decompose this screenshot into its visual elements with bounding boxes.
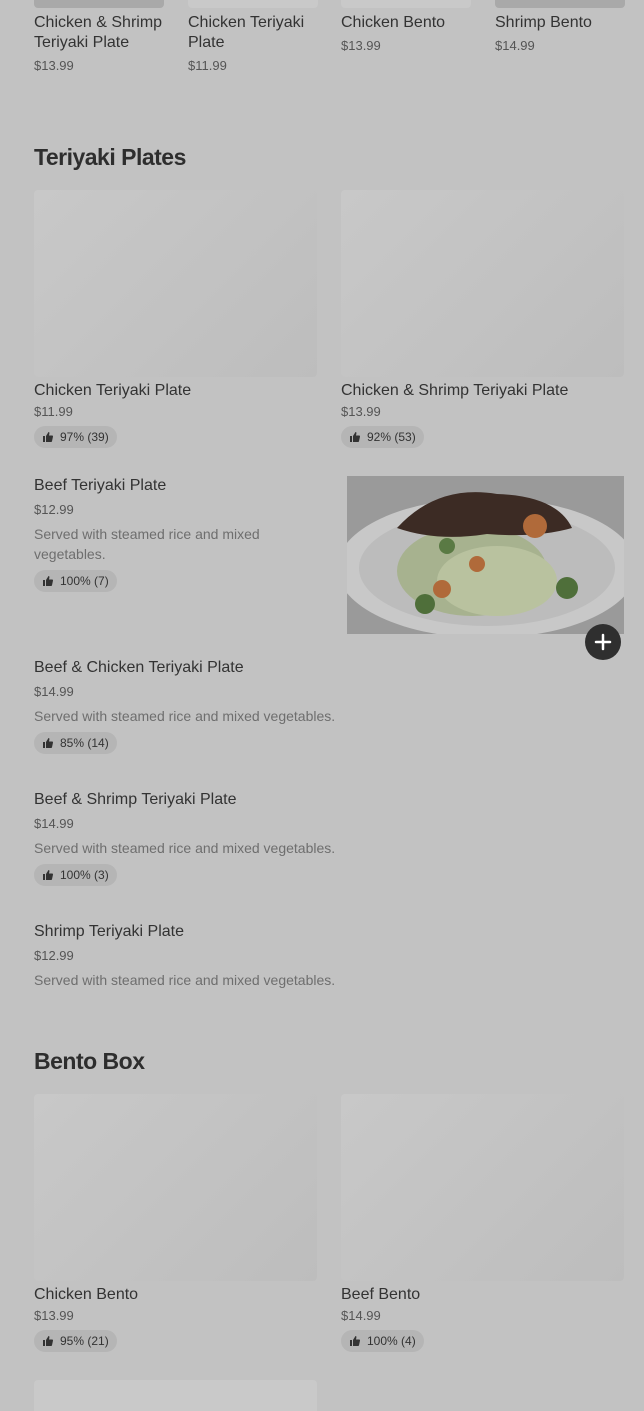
rating-text: 100% (3): [60, 868, 109, 882]
item-image: [341, 190, 624, 377]
carousel-item[interactable]: Chicken Bento $13.99: [341, 0, 471, 54]
thumbs-up-icon: [43, 738, 54, 748]
rating-text: 85% (14): [60, 736, 109, 750]
item-image: [34, 190, 317, 377]
carousel-item[interactable]: Chicken Teriyaki Plate $11.99: [188, 0, 318, 74]
item-price: $11.99: [34, 404, 73, 419]
rating-text: 95% (21): [60, 1334, 109, 1348]
item-name: Chicken Bento: [341, 14, 446, 31]
menu-list-item[interactable]: Beef & Chicken Teriyaki Plate $14.99 Ser…: [34, 658, 374, 754]
rating-badge: 85% (14): [34, 732, 117, 754]
item-description: Served with steamed rice and mixed veget…: [34, 708, 336, 724]
rating-badge: 100% (4): [341, 1330, 424, 1352]
item-image: [341, 0, 471, 8]
item-name: Shrimp Bento: [495, 14, 592, 31]
food-photo: [347, 476, 624, 634]
item-image[interactable]: [34, 1380, 317, 1411]
item-price: $13.99: [34, 58, 74, 73]
rating-badge: 100% (3): [34, 864, 117, 886]
item-price: $14.99: [34, 684, 74, 699]
rating-badge: 95% (21): [34, 1330, 117, 1352]
rating-text: 92% (53): [367, 430, 416, 444]
item-name: Chicken Teriyaki Plate: [188, 14, 305, 51]
item-name: Chicken & Shrimp Teriyaki Plate: [341, 382, 569, 399]
thumbs-up-icon: [43, 576, 54, 586]
item-price: $11.99: [188, 58, 227, 73]
item-name: Chicken Bento: [34, 1286, 139, 1303]
item-price: $14.99: [341, 1308, 381, 1323]
rating-text: 97% (39): [60, 430, 109, 444]
item-name: Beef Teriyaki Plate: [34, 477, 167, 494]
menu-card[interactable]: Beef Bento $14.99 100% (4): [341, 1094, 624, 1352]
item-name: Chicken & Shrimp Teriyaki Plate: [34, 14, 163, 51]
item-price: $13.99: [341, 38, 381, 53]
menu-list-item[interactable]: Shrimp Teriyaki Plate $12.99 Served with…: [34, 922, 374, 990]
thumbs-up-icon: [350, 432, 361, 442]
rating-text: 100% (4): [367, 1334, 416, 1348]
item-price: $13.99: [34, 1308, 74, 1323]
menu-list-item[interactable]: Beef & Shrimp Teriyaki Plate $14.99 Serv…: [34, 790, 374, 886]
item-description: Served with steamed rice and mixed veget…: [34, 526, 260, 562]
item-description: Served with steamed rice and mixed veget…: [34, 840, 336, 856]
item-image: [341, 1094, 624, 1281]
item-description: Served with steamed rice and mixed veget…: [34, 972, 336, 988]
item-price: $13.99: [341, 404, 381, 419]
add-to-cart-button[interactable]: [585, 624, 621, 660]
item-price: $14.99: [34, 816, 74, 831]
plus-icon: [594, 633, 612, 651]
item-image: [34, 1094, 317, 1281]
item-price: $12.99: [34, 502, 74, 517]
item-price: $14.99: [495, 38, 535, 53]
section-title-teriyaki: Teriyaki Plates: [34, 144, 186, 170]
rating-badge: 100% (7): [34, 570, 117, 592]
rating-badge: 92% (53): [341, 426, 424, 448]
rating-badge: 97% (39): [34, 426, 117, 448]
item-name: Shrimp Teriyaki Plate: [34, 923, 184, 940]
menu-list-item[interactable]: Beef Teriyaki Plate $12.99 Served with s…: [34, 476, 324, 592]
item-name: Beef Bento: [341, 1286, 421, 1303]
thumbs-up-icon: [43, 1336, 54, 1346]
item-image[interactable]: [347, 476, 624, 634]
item-name: Chicken Teriyaki Plate: [34, 382, 192, 399]
menu-card[interactable]: Chicken Bento $13.99 95% (21): [34, 1094, 317, 1352]
carousel-item[interactable]: Shrimp Bento $14.99: [495, 0, 625, 54]
thumbs-up-icon: [43, 870, 54, 880]
item-image: [495, 0, 625, 8]
item-image: [188, 0, 318, 8]
menu-card[interactable]: Chicken & Shrimp Teriyaki Plate $13.99 9…: [341, 190, 624, 448]
menu-card[interactable]: Chicken Teriyaki Plate $11.99 97% (39): [34, 190, 317, 448]
thumbs-up-icon: [350, 1336, 361, 1346]
thumbs-up-icon: [43, 432, 54, 442]
item-image: [34, 0, 164, 8]
item-name: Beef & Chicken Teriyaki Plate: [34, 659, 244, 676]
item-price: $12.99: [34, 948, 74, 963]
rating-text: 100% (7): [60, 574, 109, 588]
item-name: Beef & Shrimp Teriyaki Plate: [34, 791, 237, 808]
carousel-item[interactable]: Chicken & Shrimp Teriyaki Plate $13.99: [34, 0, 164, 74]
section-title-bento: Bento Box: [34, 1048, 145, 1074]
